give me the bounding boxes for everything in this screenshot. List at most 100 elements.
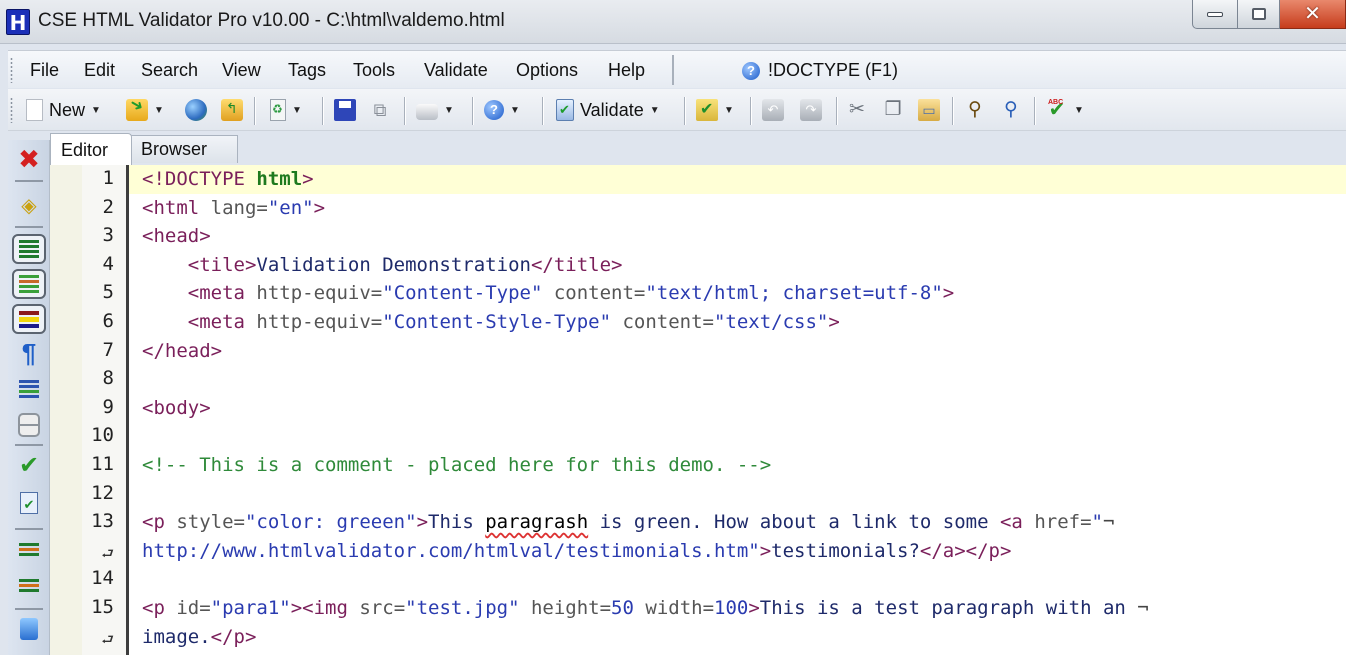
copy-button[interactable]: ❐ bbox=[882, 97, 904, 123]
line-number: 2 bbox=[102, 195, 114, 218]
code-line[interactable]: <meta http-equiv="Content-Style-Type" co… bbox=[142, 308, 1149, 337]
spell-check-side-button[interactable]: ✔ bbox=[12, 450, 46, 480]
line-number: 7 bbox=[102, 338, 114, 361]
code-line[interactable]: <body> bbox=[142, 394, 1149, 423]
gutter-markers[interactable] bbox=[50, 165, 82, 655]
code-line[interactable]: <!-- This is a comment - placed here for… bbox=[142, 451, 1149, 480]
chevron-down-icon[interactable]: ▼ bbox=[154, 105, 164, 116]
menu-tools[interactable]: Tools bbox=[353, 60, 395, 81]
chevron-down-icon[interactable]: ▼ bbox=[650, 105, 660, 116]
help-button[interactable]: ? ▼ bbox=[484, 97, 520, 123]
panels-icon bbox=[18, 413, 40, 437]
code-token: lang= bbox=[210, 196, 268, 219]
validate-button[interactable]: Validate ▼ bbox=[556, 97, 660, 123]
toolbar-grip[interactable] bbox=[10, 97, 13, 123]
code-line[interactable] bbox=[142, 480, 1149, 509]
context-help-button[interactable]: ? !DOCTYPE (F1) bbox=[742, 60, 898, 81]
tasks-icon bbox=[696, 99, 718, 121]
code-line[interactable]: http://www.htmlvalidator.com/htmlval/tes… bbox=[142, 537, 1149, 566]
code-line[interactable] bbox=[142, 565, 1149, 594]
code-text[interactable]: <!DOCTYPE html> <html lang="en"> <head> <t… bbox=[142, 165, 1149, 651]
close-window-button[interactable]: ✕ bbox=[1280, 0, 1346, 29]
cut-button[interactable]: ✂ bbox=[846, 97, 868, 123]
menu-tags[interactable]: Tags bbox=[288, 60, 326, 81]
open-button[interactable]: ▼ bbox=[126, 97, 164, 123]
new-button[interactable]: New ▼ bbox=[26, 97, 101, 123]
menu-edit[interactable]: Edit bbox=[84, 60, 115, 81]
replace-button[interactable]: ⚲ bbox=[1000, 97, 1022, 123]
chevron-down-icon[interactable]: ▼ bbox=[510, 105, 520, 116]
code-token: ><img bbox=[290, 596, 360, 619]
chevron-down-icon[interactable]: ▼ bbox=[724, 105, 734, 116]
code-line[interactable] bbox=[142, 422, 1149, 451]
code-line[interactable]: <p style="color: greeen">This paragrash … bbox=[142, 508, 1149, 537]
paste-button[interactable]: ▭ bbox=[918, 97, 940, 123]
menu-options[interactable]: Options bbox=[516, 60, 578, 81]
code-token: ¬ bbox=[1137, 596, 1149, 619]
menu-grip[interactable] bbox=[10, 57, 13, 83]
redo-button[interactable]: ↷ bbox=[800, 97, 822, 123]
menu-validate[interactable]: Validate bbox=[424, 60, 488, 81]
chevron-down-icon[interactable]: ▼ bbox=[444, 105, 454, 116]
line-number: 15 bbox=[91, 596, 114, 618]
menu-help[interactable]: Help bbox=[608, 60, 645, 81]
tag-tree-2-button[interactable] bbox=[12, 570, 46, 600]
parent-folder-button[interactable] bbox=[221, 97, 243, 123]
reload-button[interactable]: ▼ bbox=[270, 97, 302, 123]
code-token: </head> bbox=[142, 339, 223, 362]
minimize-button[interactable] bbox=[1192, 0, 1238, 29]
chevron-down-icon[interactable]: ▼ bbox=[91, 105, 101, 116]
word-wrap-icon bbox=[19, 380, 39, 398]
tag-tree-button[interactable] bbox=[12, 534, 46, 564]
tasks-button[interactable]: ▼ bbox=[696, 97, 734, 123]
code-token: 100 bbox=[714, 596, 749, 619]
maximize-button[interactable] bbox=[1238, 0, 1280, 29]
code-line[interactable]: <html lang="en"> bbox=[142, 194, 1149, 223]
close-icon: ✖ bbox=[18, 143, 40, 174]
save-button[interactable] bbox=[334, 97, 356, 123]
find-button[interactable]: ⚲ bbox=[964, 97, 986, 123]
tab-browser[interactable]: Browser bbox=[130, 135, 238, 163]
print-button[interactable]: ▼ bbox=[416, 97, 454, 123]
code-line[interactable]: <!DOCTYPE html> bbox=[142, 165, 1149, 194]
code-line[interactable]: <meta http-equiv="Content-Type" content=… bbox=[142, 279, 1149, 308]
panels-button[interactable] bbox=[12, 410, 46, 440]
line-number: 14 bbox=[91, 567, 114, 590]
toolbar-separator bbox=[542, 97, 543, 125]
chevron-down-icon[interactable]: ▼ bbox=[292, 105, 302, 116]
gem-button[interactable]: ◈ bbox=[12, 190, 46, 220]
chevron-down-icon[interactable]: ▼ bbox=[1074, 105, 1084, 116]
computer-button[interactable] bbox=[12, 614, 46, 644]
menu-file[interactable]: File bbox=[30, 60, 59, 81]
code-token: "Content-Style-Type" bbox=[382, 310, 612, 333]
checklist-button[interactable]: ✔ bbox=[12, 488, 46, 518]
checklist-icon: ✔ bbox=[20, 492, 38, 514]
show-whitespace-button[interactable]: ¶ bbox=[12, 338, 46, 368]
code-token: width= bbox=[633, 596, 715, 619]
code-line[interactable]: <head> bbox=[142, 222, 1149, 251]
menu-view[interactable]: View bbox=[222, 60, 261, 81]
word-wrap-button[interactable] bbox=[12, 374, 46, 404]
numbered-list-button[interactable] bbox=[12, 234, 46, 264]
indent-list-button[interactable] bbox=[12, 269, 46, 299]
side-separator bbox=[15, 608, 43, 610]
color-bars-button[interactable] bbox=[12, 304, 46, 334]
menu-search[interactable]: Search bbox=[141, 60, 198, 81]
open-url-button[interactable] bbox=[185, 97, 207, 123]
toolbar-separator bbox=[952, 97, 953, 125]
undo-button[interactable]: ↶ bbox=[762, 97, 784, 123]
code-editor[interactable]: 1 2 3 4 5 6 7 8 9 10 11 12 13 ⮐ 14 15 ⮐ <!DOCTYPE html> <… bbox=[50, 165, 1346, 655]
code-line[interactable]: <tile>Validation Demonstration</title> bbox=[142, 251, 1149, 280]
help-icon: ? bbox=[484, 100, 504, 120]
save-all-button[interactable]: ⧉ bbox=[369, 97, 391, 123]
close-document-button[interactable]: ✖ bbox=[12, 144, 46, 174]
spell-check-button[interactable]: ✔ ▼ bbox=[1046, 92, 1084, 123]
code-line[interactable] bbox=[142, 365, 1149, 394]
save-all-icon: ⧉ bbox=[373, 100, 387, 120]
code-line[interactable]: </head> bbox=[142, 337, 1149, 366]
tab-editor[interactable]: Editor bbox=[50, 133, 132, 165]
code-line[interactable]: image.</p> bbox=[142, 623, 1149, 652]
app-logo-icon: H bbox=[6, 9, 30, 35]
code-line[interactable]: <p id="para1"><img src="test.jpg" height… bbox=[142, 594, 1149, 623]
code-token: This is a test paragraph with an bbox=[759, 596, 1138, 619]
